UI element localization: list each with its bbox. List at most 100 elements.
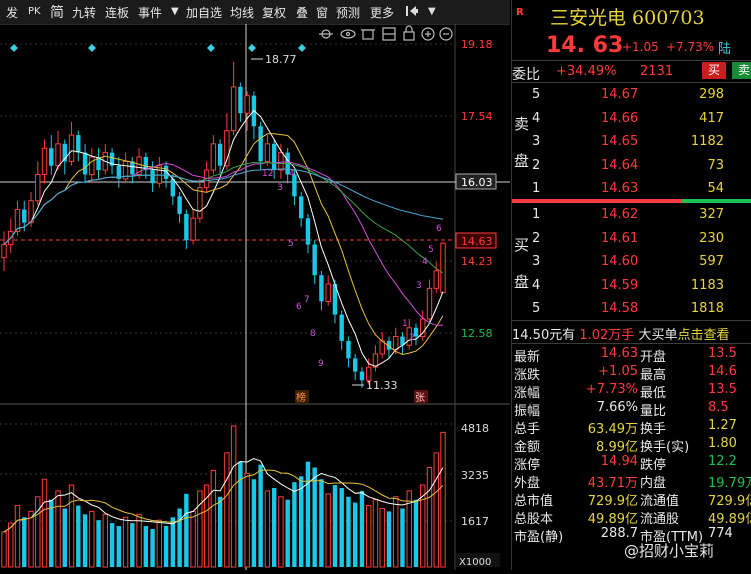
bid-level: 2 <box>532 230 541 246</box>
ask-row[interactable]: 5 14.67 298 <box>512 87 751 107</box>
volume-bar <box>238 461 243 567</box>
buy-button[interactable]: 买 <box>702 62 726 79</box>
event-diamond-icon <box>298 44 306 52</box>
candle-body <box>353 358 358 372</box>
zhang-badge: 张 <box>415 392 425 404</box>
menu-jiuzhuan[interactable]: 九转 <box>72 4 96 21</box>
collapse-arrow-icon[interactable]: ▼ <box>428 6 436 17</box>
image-icon <box>382 27 396 41</box>
weibi-label: 委比 <box>512 67 540 83</box>
candle-body <box>150 170 155 184</box>
candle-body <box>271 143 277 171</box>
bid-volume: 597 <box>699 254 724 269</box>
menu-forecast[interactable]: 预测 <box>336 4 360 21</box>
nine-turn-label: 8 <box>310 329 316 339</box>
stat-value: 8.99亿 <box>596 440 638 455</box>
stats-row: 总手 63.49万 换手 1.27 <box>512 418 751 438</box>
nine-turn-label: 12 <box>262 169 273 179</box>
bid-price: 14.62 <box>601 207 639 222</box>
big-order-row[interactable]: 14.50元有 1.02万手 大买单点击查看 <box>512 324 729 343</box>
nine-turn-label: 6 <box>296 302 302 312</box>
menu-more[interactable]: 更多 <box>370 4 394 21</box>
stats-row: 涨停 14.94 跌停 12.2 <box>512 454 751 474</box>
crosshair-price-label: 16.03 <box>461 176 493 189</box>
ask-volume: 73 <box>707 157 724 173</box>
ask-row[interactable]: 1 14.63 54 <box>512 181 751 201</box>
candle-body <box>22 209 27 223</box>
volume-bar <box>184 493 189 567</box>
volume-bar <box>68 484 75 568</box>
ask-price: 14.65 <box>601 134 639 149</box>
volume-bar <box>122 516 129 568</box>
sell-button[interactable]: 卖 <box>732 62 751 79</box>
export-icon[interactable] <box>404 3 420 23</box>
volume-bar <box>298 476 304 567</box>
stats-row: 外盘 43.71万内盘 19.79万 <box>512 472 751 492</box>
bid-volume: 1818 <box>690 301 724 316</box>
bid-row[interactable]: 5 14.58 1818 <box>512 301 751 321</box>
sell-ratio-bar <box>682 199 751 203</box>
menu-shijian[interactable]: 事件 <box>138 4 162 21</box>
event-diamond-icon <box>10 44 18 52</box>
bid-row[interactable]: 2 14.61 230 <box>512 231 751 251</box>
menu-lianban[interactable]: 连板 <box>105 4 129 21</box>
volume-bar <box>319 479 324 567</box>
stats-row: 金额 8.99亿 换手(实) 1.80 <box>512 436 751 456</box>
stat-label: 总股本 <box>514 512 554 527</box>
candle-body <box>190 217 196 241</box>
menu-window[interactable]: 窗 <box>316 4 328 21</box>
big-order-link[interactable]: 点击查看 <box>677 328 729 343</box>
toolbar: 发 PK 简 九转 连板 事件 ▼ 加自选 均线 复权 叠 窗 预测 更多 ▼ <box>0 0 510 25</box>
candle-body <box>426 287 433 320</box>
candle-body <box>177 196 182 214</box>
stat-value: 14.6 <box>708 364 737 379</box>
bid-row[interactable]: 1 14.62 327 <box>512 207 751 227</box>
candle-body <box>89 156 95 175</box>
volume-unit-label: X1000 <box>459 557 491 568</box>
quote-panel: R 三安光电 600703 14. 63 +1.05 +7.73% 陆 委比 +… <box>511 0 751 570</box>
stat-label: 涨停 <box>514 458 541 473</box>
bid-price: 14.61 <box>601 230 639 246</box>
current-price-label: 14.63 <box>461 235 493 248</box>
volume-bar <box>177 508 182 567</box>
ask-row[interactable]: 3 14.65 1182 <box>512 134 751 154</box>
menu-fa[interactable]: 发 <box>6 4 18 21</box>
stat-value: 43.71万 <box>587 476 638 491</box>
stat-value: 8.5 <box>708 400 729 415</box>
menu-fuquan[interactable]: 复权 <box>262 4 286 21</box>
nine-turn-label: 4 <box>289 169 295 179</box>
volume-bar <box>372 499 379 568</box>
menu-add-watchlist[interactable]: 加自选 <box>186 4 222 21</box>
stat-value: 1.80 <box>708 436 737 451</box>
stat-label: 流通股 <box>640 512 680 527</box>
bid-row[interactable]: 3 14.60 597 <box>512 254 751 274</box>
menu-ma[interactable]: 均线 <box>230 4 254 21</box>
menu-pk[interactable]: PK <box>28 6 41 17</box>
volume-bar <box>8 522 14 568</box>
ask-level: 3 <box>532 134 541 149</box>
candle-body <box>258 126 263 162</box>
candle-body <box>130 161 135 175</box>
bid-price: 14.58 <box>601 301 639 316</box>
kline-chart[interactable]: 19.18 17.54 16.03 14.63 14.23 12.58 4818… <box>0 23 510 570</box>
volume-bar <box>379 507 385 568</box>
trash-icon <box>361 29 375 40</box>
big-order-amount: 1.02万手 <box>579 328 635 343</box>
candle-body <box>197 187 203 219</box>
candle-body <box>68 134 75 162</box>
chart-tools <box>319 25 453 41</box>
dropdown-arrow-icon[interactable]: ▼ <box>171 6 179 17</box>
ask-row[interactable]: 2 14.64 73 <box>512 158 751 178</box>
ask-volume: 417 <box>699 110 724 126</box>
stat-label: 总手 <box>514 422 541 437</box>
volume-bar <box>1 531 7 568</box>
ask-level: 1 <box>532 181 541 196</box>
stats-row: 振幅 7.66% 量比 8.5 <box>512 400 751 420</box>
bid-row[interactable]: 4 14.59 1183 <box>512 278 751 298</box>
stat-value: 774 <box>708 526 733 541</box>
ask-row[interactable]: 4 14.66 417 <box>512 111 751 131</box>
menu-overlay[interactable]: 叠 <box>296 4 308 21</box>
volume-axis-label: 3235 <box>461 469 489 482</box>
volume-bar <box>35 496 41 568</box>
menu-simple[interactable]: 简 <box>50 2 64 22</box>
